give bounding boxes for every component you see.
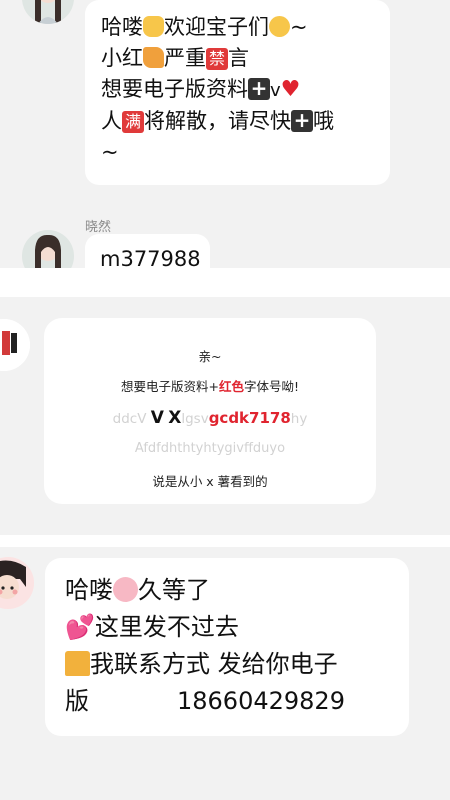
image-card[interactable]: 亲~ 想要电子版资料+红色字体号呦! ddcV V Xlgsvgcdk7178h… bbox=[44, 318, 376, 504]
message-text: 这里发不过去 bbox=[94, 613, 239, 641]
phone-number[interactable]: 18660429829 bbox=[177, 687, 345, 715]
message-text: 版 bbox=[65, 687, 89, 715]
message-text: ~ bbox=[290, 15, 308, 39]
message-bubble[interactable]: 哈喽 欢迎宝子们 ~ 小红 严重禁言 想要电子版资料 + v♥ 人满将解散，请尽快 + 哦 ~ bbox=[85, 0, 390, 185]
avatar[interactable] bbox=[22, 0, 74, 24]
message-text: 哦 bbox=[313, 109, 334, 133]
message-bubble[interactable]: 哈喽 久等了 💕这里发不过去 我联系方式 发给你电子 版 18660429829 bbox=[45, 558, 409, 736]
two-hearts-emoji: 💕 bbox=[65, 613, 95, 641]
message-line: 人满将解散，请尽快 + 哦 bbox=[101, 106, 334, 137]
card-footer: 说是从小 x 薯看到的 bbox=[152, 474, 268, 489]
card-faint-text: ddcV bbox=[112, 411, 147, 427]
house-emoji bbox=[65, 651, 90, 676]
message-text: ~ bbox=[101, 140, 119, 164]
card-faint-text: hy bbox=[290, 411, 308, 427]
message-text: 久等了 bbox=[138, 576, 210, 604]
message-line: 版 18660429829 bbox=[65, 683, 345, 720]
red-heart-icon: ♥ bbox=[280, 77, 301, 102]
card-text: 字体号呦! bbox=[243, 379, 299, 394]
chat-strip-bottom: 哈喽 久等了 💕这里发不过去 我联系方式 发给你电子 版 18660429829 bbox=[0, 547, 450, 800]
card-text: 想要电子版资料+ bbox=[120, 379, 219, 394]
plus-icon: + bbox=[291, 110, 313, 132]
message-text: 小红 bbox=[101, 46, 143, 70]
chat-strip-top: 哈喽 欢迎宝子们 ~ 小红 严重禁言 想要电子版资料 + v♥ 人满将解散，请尽快 + 哦 ~… bbox=[0, 0, 450, 268]
card-id-line: ddcV V Xlgsvgcdk7178hy bbox=[44, 408, 376, 428]
message-line: 哈喽 久等了 bbox=[65, 572, 345, 609]
avatar[interactable] bbox=[0, 557, 34, 609]
card-faint-text: lgsv bbox=[181, 411, 209, 427]
avatar[interactable] bbox=[0, 319, 30, 371]
divider-gap bbox=[0, 268, 450, 297]
message-line: 💕这里发不过去 bbox=[65, 609, 345, 646]
squint-tongue-emoji bbox=[269, 16, 290, 37]
pig-face-emoji bbox=[113, 577, 138, 602]
message-line: 小红 严重禁言 bbox=[101, 43, 334, 74]
card-line: 想要电子版资料+红色字体号呦! bbox=[44, 376, 376, 395]
message-text: 哈喽 bbox=[65, 576, 113, 604]
message-text: m377988 bbox=[100, 247, 201, 268]
chat-strip-middle: 亲~ 想要电子版资料+红色字体号呦! ddcV V Xlgsvgcdk7178h… bbox=[0, 297, 450, 535]
message-text: 言 bbox=[228, 46, 249, 70]
plus-icon: + bbox=[248, 78, 270, 100]
message-line: 我联系方式 发给你电子 bbox=[65, 646, 345, 683]
divider-gap bbox=[0, 535, 450, 547]
card-text: V bbox=[150, 408, 164, 428]
message-text: 严重 bbox=[164, 46, 206, 70]
message-text: 我联系方式 发给你电子 bbox=[90, 650, 338, 678]
ban-badge: 禁 bbox=[206, 48, 228, 70]
message-text: 将解散，请尽快 bbox=[144, 109, 291, 133]
message-bubble[interactable]: m377988 bbox=[85, 234, 210, 268]
card-text: X bbox=[168, 408, 182, 428]
card-red-id: gcdk7178 bbox=[208, 409, 291, 427]
full-badge: 满 bbox=[122, 111, 144, 133]
message-line: 哈喽 欢迎宝子们 ~ bbox=[101, 12, 334, 43]
message-text: v bbox=[270, 80, 281, 101]
message-text: 人 bbox=[101, 109, 122, 133]
book-emoji bbox=[143, 47, 164, 68]
card-faint-line: Afdfdhthtyhtygivffduyo bbox=[134, 441, 286, 456]
message-text: 想要电子版资料 bbox=[101, 77, 248, 101]
card-red-text: 红色 bbox=[218, 379, 244, 394]
sender-name: 晓然 bbox=[85, 220, 112, 235]
message-text: 欢迎宝子们 bbox=[164, 15, 269, 39]
wave-hand-emoji bbox=[143, 16, 164, 37]
message-text: 哈喽 bbox=[101, 15, 143, 39]
message-line: 想要电子版资料 + v♥ bbox=[101, 74, 334, 106]
avatar[interactable] bbox=[22, 230, 74, 268]
card-greeting: 亲~ bbox=[198, 349, 222, 364]
message-line: ~ bbox=[101, 137, 334, 168]
